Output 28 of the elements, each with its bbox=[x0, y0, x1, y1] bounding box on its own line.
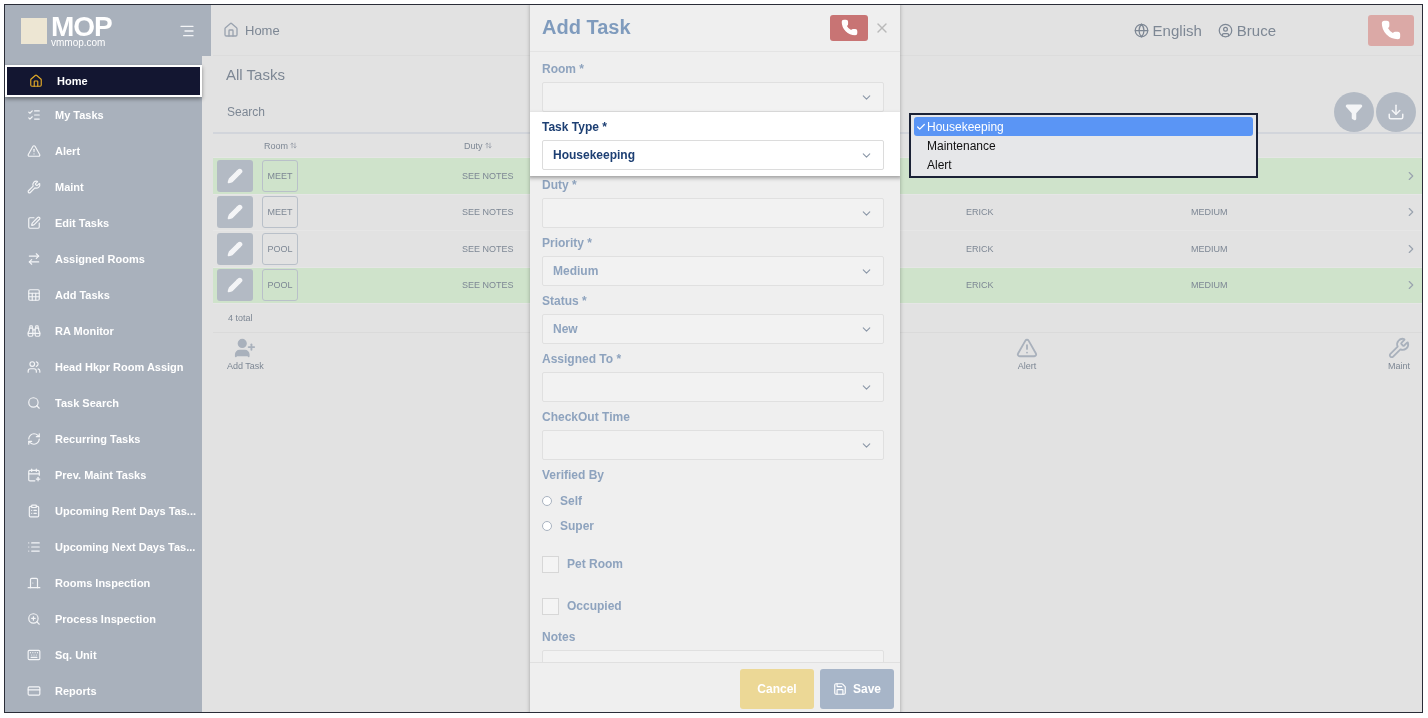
table-cell: ERICK bbox=[966, 207, 994, 218]
field-label: Priority * bbox=[542, 235, 593, 252]
dialog-title: Add Task bbox=[542, 16, 632, 39]
field-label: Status * bbox=[542, 293, 588, 310]
table-cell: SEE NOTES bbox=[462, 280, 514, 291]
table-cell: ERICK bbox=[966, 243, 994, 254]
table-cell: SEE NOTES bbox=[462, 207, 514, 218]
room-tag: POOL bbox=[262, 232, 298, 265]
field-label: Verified By bbox=[542, 467, 606, 484]
field-label: Notes bbox=[542, 629, 577, 646]
table-cell: SEE NOTES bbox=[462, 170, 514, 181]
logo-subtitle: vmmop.com bbox=[51, 38, 107, 48]
room-tag: POOL bbox=[262, 269, 298, 302]
total-count: 4 total bbox=[228, 313, 253, 323]
field-label: CheckOut Time bbox=[542, 409, 631, 426]
table-cell: ERICK bbox=[966, 280, 994, 291]
room-tag: MEET bbox=[262, 159, 298, 192]
table-cell: MEDIUM bbox=[1191, 280, 1228, 291]
table-cell: MEDIUM bbox=[1191, 243, 1228, 254]
logo-text: MOP bbox=[51, 13, 112, 41]
page-title: All Tasks bbox=[226, 66, 285, 85]
table-cell: SEE NOTES bbox=[462, 243, 514, 254]
field-label: Duty * bbox=[542, 177, 578, 194]
field-label: Task Type * bbox=[542, 119, 608, 136]
room-tag: MEET bbox=[262, 196, 298, 229]
field-label: Room * bbox=[542, 61, 585, 78]
field-label: Assigned To * bbox=[542, 351, 623, 368]
table-cell: MEDIUM bbox=[1191, 207, 1228, 218]
